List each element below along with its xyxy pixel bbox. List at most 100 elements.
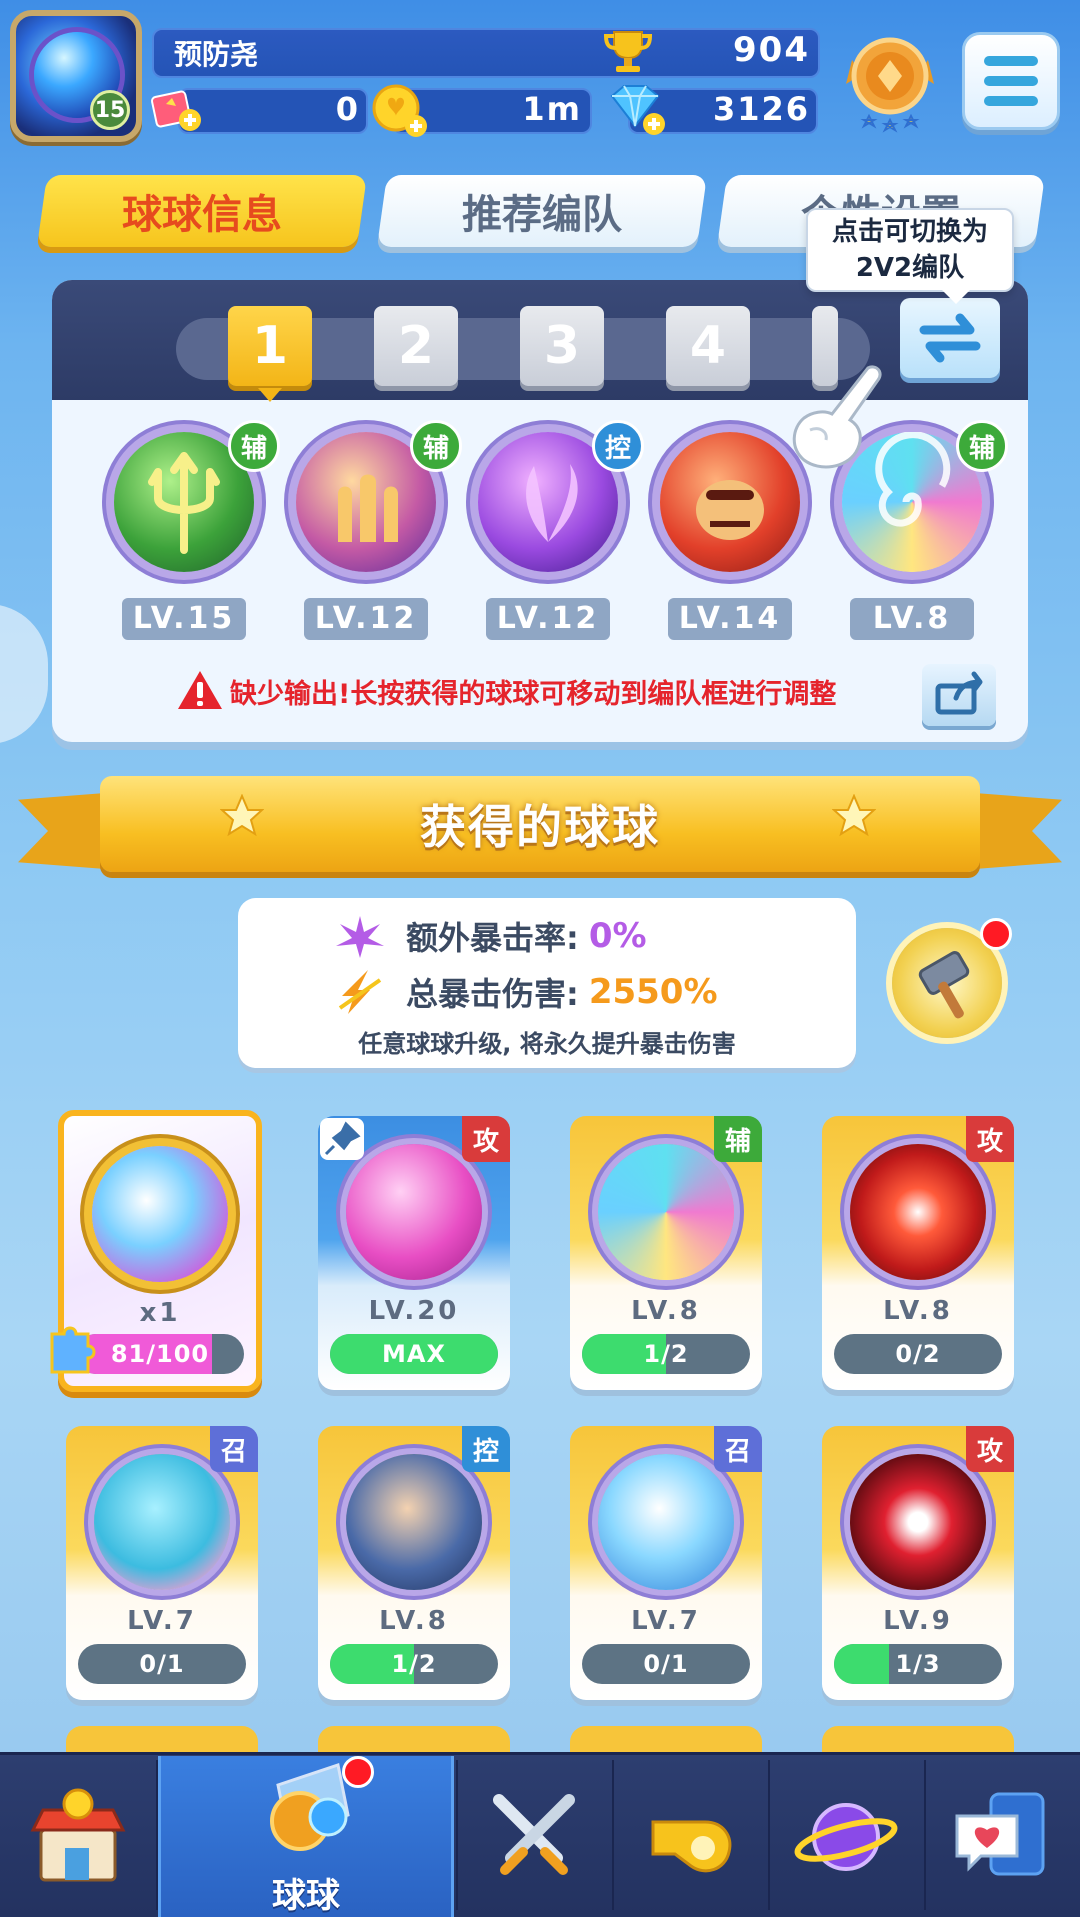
puzzle-piece-icon [50, 1326, 96, 1374]
trophy-icon [603, 31, 653, 72]
dragon-ring-icon [92, 1146, 228, 1282]
card-level: LV.7 [127, 1606, 197, 1636]
extra-crit-label: 额外暴击率: [406, 919, 579, 957]
nav-item-battle[interactable] [456, 1756, 612, 1917]
player-avatar[interactable]: 15 [10, 10, 142, 142]
shop-icon [30, 1788, 126, 1881]
card-level: LV.8 [883, 1296, 953, 1326]
team-slot-1[interactable]: 1 [228, 306, 312, 402]
share-button[interactable] [922, 664, 996, 726]
warning-icon [178, 671, 222, 709]
team-ball-level: LV.8 [850, 598, 974, 640]
nav-item-chat[interactable] [924, 1756, 1080, 1917]
card-progress-bar: 1/2 [330, 1644, 498, 1684]
role-tag-support: 辅 [714, 1116, 762, 1162]
tab-ball-info[interactable]: 球球信息 [36, 175, 368, 247]
nav-item-shop[interactable] [0, 1756, 156, 1917]
card-progress-bar: 0/1 [78, 1644, 246, 1684]
coin-add-icon[interactable] [370, 82, 430, 140]
pink-shield-ball-icon [346, 1144, 482, 1280]
role-badge-support: 辅 [228, 420, 280, 472]
card-progress-bar: 1/2 [582, 1334, 750, 1374]
nav-label-balls: 球球 [272, 1876, 340, 1916]
ball-card[interactable]: 攻 LV.20 MAX [318, 1116, 510, 1390]
gorilla-ball-icon[interactable] [660, 432, 800, 572]
section-title: 获得的球球 [420, 800, 660, 854]
player-level-badge: 15 [90, 90, 130, 130]
crit-rate-icon [336, 916, 384, 958]
player-name: 预防尧 [174, 38, 259, 71]
card-level: LV.8 [631, 1296, 701, 1326]
card-progress-bar: 0/2 [834, 1334, 1002, 1374]
wing-ball-icon [598, 1454, 734, 1590]
ball-card[interactable]: 召 LV.7 0/1 [66, 1426, 258, 1700]
side-drawer-tab[interactable] [0, 604, 48, 744]
notification-dot [980, 918, 1012, 950]
card-level: LV.7 [631, 1606, 701, 1636]
pointing-hand-icon [792, 365, 882, 469]
role-tag-control: 控 [462, 1426, 510, 1472]
extra-crit-value: 0% [588, 916, 647, 956]
gem-add-icon[interactable] [606, 82, 668, 138]
crossed-swords-icon [493, 1793, 575, 1875]
card-progress-bar: 81/100 [76, 1334, 244, 1374]
missing-dps-warning: 缺少输出!长按获得的球球可移动到编队框进行调整 [230, 679, 837, 710]
swap-team-button[interactable] [900, 298, 1000, 378]
star-icon [832, 794, 876, 837]
whistle-icon [651, 1820, 732, 1872]
menu-button[interactable] [962, 32, 1060, 130]
ball-card[interactable]: 控 LV.8 1/2 [318, 1426, 510, 1700]
role-tag-attack: 攻 [462, 1116, 510, 1162]
ball-card-special[interactable]: x1 81/100 [50, 1110, 262, 1392]
role-badge-support: 辅 [410, 420, 462, 472]
trophy-count: 904 [733, 30, 810, 70]
ball-card[interactable]: 攻 LV.8 0/2 [822, 1116, 1014, 1390]
total-crit-value: 2550% [588, 972, 718, 1012]
venom-ball-icon [850, 1454, 986, 1590]
star-icon [220, 794, 264, 837]
ticket-count: 0 [335, 90, 360, 128]
rank-badge-icon[interactable] [842, 30, 938, 138]
warrior-ball-icon [346, 1454, 482, 1590]
ball-card[interactable]: 辅 LV.8 1/2 [570, 1116, 762, 1390]
planet-icon [794, 1802, 898, 1871]
team-ball-level: LV.12 [304, 598, 428, 640]
card-level: LV.9 [883, 1606, 953, 1636]
role-tag-summon: 召 [210, 1426, 258, 1472]
role-tag-attack: 攻 [966, 1426, 1014, 1472]
crit-damage-icon [338, 970, 382, 1014]
ticket-add-icon[interactable] [150, 88, 204, 134]
role-badge-control: 控 [592, 420, 644, 472]
total-crit-label: 总暴击伤害: [406, 975, 579, 1013]
red-burst-ball-icon [850, 1144, 986, 1280]
ball-card[interactable]: 攻 LV.9 1/3 [822, 1426, 1014, 1700]
gem-count: 3126 [712, 90, 810, 128]
blue-monster-ball-icon [94, 1454, 230, 1590]
team-slot-2[interactable]: 2 [374, 306, 458, 386]
switch-team-tooltip: 点击可切换为 2V2编队 [806, 208, 1014, 304]
card-progress-bar: MAX [330, 1334, 498, 1374]
nav-item-whistle[interactable] [612, 1756, 768, 1917]
swirl-ball-icon [598, 1144, 734, 1280]
team-ball-level: LV.14 [668, 598, 792, 640]
role-tag-attack: 攻 [966, 1116, 1014, 1162]
nav-item-planet[interactable] [768, 1756, 924, 1917]
role-tag-summon: 召 [714, 1426, 762, 1472]
card-level: LV.20 [368, 1296, 460, 1326]
team-slot-4[interactable]: 4 [666, 306, 750, 386]
card-progress-bar: 0/1 [582, 1644, 750, 1684]
ball-card[interactable]: 召 LV.7 0/1 [570, 1426, 762, 1700]
team-slot-3[interactable]: 3 [520, 306, 604, 386]
role-badge-support: 辅 [956, 420, 1008, 472]
crit-stats-panel: 额外暴击率: 0% 总暴击伤害: 2550% 任意球球升级, 将永久提升暴击伤害 [238, 898, 856, 1068]
team-ball-level: LV.15 [122, 598, 246, 640]
coin-timer: 1m [522, 90, 582, 128]
card-level: LV.8 [379, 1606, 449, 1636]
pin-icon[interactable] [320, 1118, 364, 1160]
card-progress-bar: 1/3 [834, 1644, 1002, 1684]
nav-notification-dot [342, 1756, 374, 1788]
crit-upgrade-note: 任意球球升级, 将永久提升暴击伤害 [358, 1030, 736, 1058]
team-ball-level: LV.12 [486, 598, 610, 640]
chat-heart-icon [955, 1792, 1045, 1875]
tab-recommended-team[interactable]: 推荐编队 [376, 175, 708, 247]
